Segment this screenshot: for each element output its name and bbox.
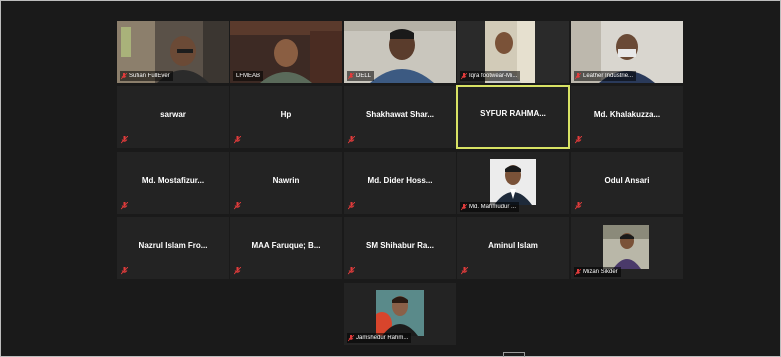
participant-name: Md. Dider Hoss... [367, 176, 433, 185]
toolbar-toggle-icon[interactable] [503, 352, 525, 357]
participant-tile[interactable]: Md. Dider Hoss... [344, 152, 456, 214]
participant-tile[interactable]: Odul Ansari [571, 152, 683, 214]
participant-tile-active-speaker[interactable]: SYFUR RAHMA... [456, 85, 570, 149]
participant-name: Nazrul Islam Fro... [138, 241, 208, 250]
participant-label: Sufian FullEver [120, 71, 173, 81]
participant-tile-video[interactable]: DELL [344, 21, 456, 83]
participant-tile[interactable]: Nawrin [230, 152, 342, 214]
profile-photo [603, 225, 649, 269]
profile-photo [376, 290, 424, 336]
participant-tile[interactable]: sarwar [117, 86, 229, 148]
participant-name: Mizan Sikder [583, 269, 618, 275]
participant-name: Shakhawat Shar... [365, 110, 435, 119]
mic-muted-icon [121, 267, 128, 275]
participant-name: Aminul Islam [488, 241, 538, 250]
participant-tile[interactable]: Md. Khalakuzza... [571, 86, 683, 148]
mic-muted-icon [234, 202, 241, 210]
participant-name: DELL [356, 73, 372, 79]
participant-name: Md. Khalakuzza... [593, 110, 661, 119]
participant-tile[interactable]: Aminul Islam [457, 217, 569, 279]
participant-tile-photo[interactable]: Mizan Sikder [571, 217, 683, 279]
mic-muted-icon [575, 72, 581, 80]
participant-label: Iqra footwear-Mi... [460, 71, 521, 81]
participant-name: Leather Industrie... [583, 73, 634, 79]
mic-muted-icon [121, 136, 128, 144]
mic-muted-icon [234, 136, 241, 144]
participant-tile[interactable]: Shakhawat Shar... [344, 86, 456, 148]
participant-tile[interactable]: MAA Faruque; B... [230, 217, 342, 279]
participant-tile[interactable]: Md. Mostafizur... [117, 152, 229, 214]
participant-label: Jamshedur Rahm... [347, 333, 412, 343]
participant-tile[interactable]: Nazrul Islam Fro... [117, 217, 229, 279]
participant-label: LFMEAB [233, 71, 264, 81]
participant-name: Iqra footwear-Mi... [469, 73, 518, 79]
mic-muted-icon [575, 268, 581, 276]
participant-name: SYFUR RAHMA... [480, 109, 546, 118]
mic-muted-icon [461, 72, 467, 80]
participant-name: Md. Mahmudur ... [469, 204, 517, 210]
mic-muted-icon [461, 267, 468, 275]
participant-name: MAA Faruque; B... [251, 241, 321, 250]
mic-muted-icon [348, 334, 354, 342]
participant-name: Sufian FullEver [129, 73, 170, 79]
participant-label: Mizan Sikder [574, 267, 621, 277]
participant-label: Leather Industrie... [574, 71, 637, 81]
mic-muted-icon [121, 202, 128, 210]
participant-name: LFMEAB [236, 73, 261, 79]
mic-muted-icon [234, 267, 241, 275]
participant-name: Hp [280, 110, 292, 119]
participant-label: DELL [347, 71, 375, 81]
mic-muted-icon [575, 136, 582, 144]
mic-muted-icon [121, 72, 127, 80]
participant-tile-video[interactable]: Sufian FullEver [117, 21, 229, 83]
mic-muted-icon [348, 202, 355, 210]
participant-tile[interactable]: SM Shihabur Ra... [344, 217, 456, 279]
participant-tile-photo[interactable]: Md. Mahmudur ... [457, 152, 569, 214]
mic-muted-icon [348, 72, 354, 80]
video-gallery: Sufian FullEver LFMEAB DELL Iqra footwea… [0, 0, 781, 357]
participant-name: sarwar [160, 110, 186, 119]
mic-muted-icon [348, 136, 355, 144]
participant-name: Odul Ansari [604, 176, 650, 185]
participant-tile-video[interactable]: Iqra footwear-Mi... [457, 21, 569, 83]
participant-name: Nawrin [272, 176, 300, 185]
participant-name: Jamshedur Rahm... [356, 335, 409, 341]
participant-name: Md. Mostafizur... [141, 176, 205, 185]
participant-tile-video[interactable]: LFMEAB [230, 21, 342, 83]
participant-tile-video[interactable]: Leather Industrie... [571, 21, 683, 83]
participant-tile[interactable]: Hp [230, 86, 342, 148]
mic-muted-icon [461, 203, 467, 211]
profile-photo [490, 159, 536, 205]
mic-muted-icon [575, 202, 582, 210]
participant-tile-photo[interactable]: Jamshedur Rahm... [344, 283, 456, 345]
participant-label: Md. Mahmudur ... [460, 202, 520, 212]
mic-muted-icon [348, 267, 355, 275]
participant-name: SM Shihabur Ra... [365, 241, 434, 250]
